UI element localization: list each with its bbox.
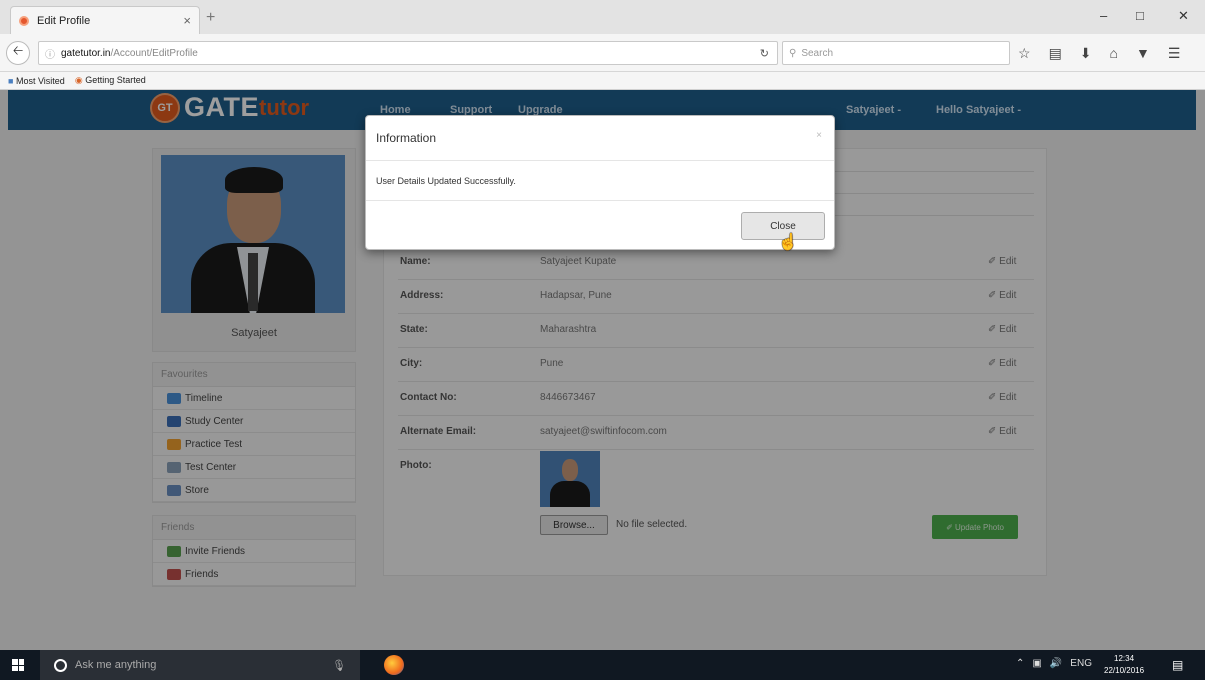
hand-cursor-icon: ☝ <box>778 234 798 251</box>
clock-time: 12:34 <box>1114 654 1135 663</box>
search-placeholder: Search <box>801 47 834 59</box>
modal-message: User Details Updated Successfully. <box>366 161 834 201</box>
bookmark-most-visited[interactable]: ■ Most Visited <box>8 76 65 86</box>
taskbar: Ask me anything 🎙 ⌃ ▣ 🔊 ENG 12:34 22/10/… <box>0 650 1205 680</box>
download-icon[interactable]: ⬇ <box>1080 45 1092 62</box>
tab-title: Edit Profile <box>37 14 91 27</box>
clock-date: 22/10/2016 <box>1104 666 1145 675</box>
bookmark-getting-started[interactable]: ◉ Getting Started <box>75 75 146 86</box>
volume-icon[interactable]: 🔊 <box>1050 658 1062 669</box>
information-modal: Information × User Details Updated Succe… <box>365 115 835 251</box>
browser-tab-bar: Edit Profile × + – □ ✕ <box>0 0 1205 34</box>
url-path: /Account/EditProfile <box>110 47 198 59</box>
new-tab-button[interactable]: + <box>206 9 215 27</box>
windows-start-icon[interactable] <box>12 659 24 671</box>
search-input[interactable]: ⚲ Search <box>782 41 1010 65</box>
search-icon: ⚲ <box>789 47 797 59</box>
microphone-icon[interactable]: 🎙 <box>332 659 346 672</box>
maximize-icon[interactable]: □ <box>1136 8 1144 23</box>
language-indicator[interactable]: ENG <box>1070 658 1092 669</box>
bookmarks-bar: ■ Most Visited ◉ Getting Started <box>0 72 1205 90</box>
toolbar-icons: ☆ ▤ ⬇ ⌂ ▼ ☰ <box>1018 45 1180 62</box>
page-content: GT GATE tutor Home Support Upgrade Satya… <box>0 90 1205 650</box>
folder-icon: ■ <box>8 75 14 86</box>
url-host: gatetutor.in <box>61 47 111 59</box>
reload-icon[interactable]: ↻ <box>760 47 769 60</box>
window-close-icon[interactable]: ✕ <box>1178 8 1189 24</box>
favicon-icon <box>19 15 29 26</box>
reading-list-icon[interactable]: ▤ <box>1049 45 1062 62</box>
minimize-icon[interactable]: – <box>1100 8 1107 23</box>
tab-close-icon[interactable]: × <box>183 13 191 28</box>
clock[interactable]: 12:34 22/10/2016 <box>1104 653 1144 677</box>
chevron-up-icon[interactable]: ⌃ <box>1016 658 1024 669</box>
modal-title: Information <box>366 116 834 161</box>
pocket-icon[interactable]: ▼ <box>1136 45 1150 62</box>
modal-close-icon[interactable]: × <box>816 130 822 141</box>
network-icon[interactable]: ▣ <box>1032 658 1041 669</box>
home-icon[interactable]: ⌂ <box>1110 45 1118 62</box>
menu-icon[interactable]: ☰ <box>1168 45 1181 62</box>
cortana-placeholder: Ask me anything <box>75 659 157 671</box>
cortana-icon <box>54 658 67 672</box>
bookmark-star-icon[interactable]: ☆ <box>1018 45 1031 62</box>
back-arrow-icon[interactable]: 🡠 <box>6 41 30 65</box>
firefox-taskbar-icon[interactable] <box>384 655 404 675</box>
firefox-icon: ◉ <box>74 75 83 85</box>
cortana-search[interactable]: Ask me anything 🎙 <box>40 650 360 680</box>
info-icon[interactable]: ⓘ <box>45 46 55 61</box>
notifications-icon[interactable]: ▤ <box>1172 658 1183 672</box>
address-bar[interactable]: ⓘ gatetutor.in /Account/EditProfile ↻ <box>38 41 778 65</box>
browser-tab[interactable]: Edit Profile × <box>10 6 200 34</box>
system-tray: ⌃ ▣ 🔊 ENG <box>1016 658 1092 669</box>
browser-nav-bar: 🡠 ⓘ gatetutor.in /Account/EditProfile ↻ … <box>0 34 1205 72</box>
